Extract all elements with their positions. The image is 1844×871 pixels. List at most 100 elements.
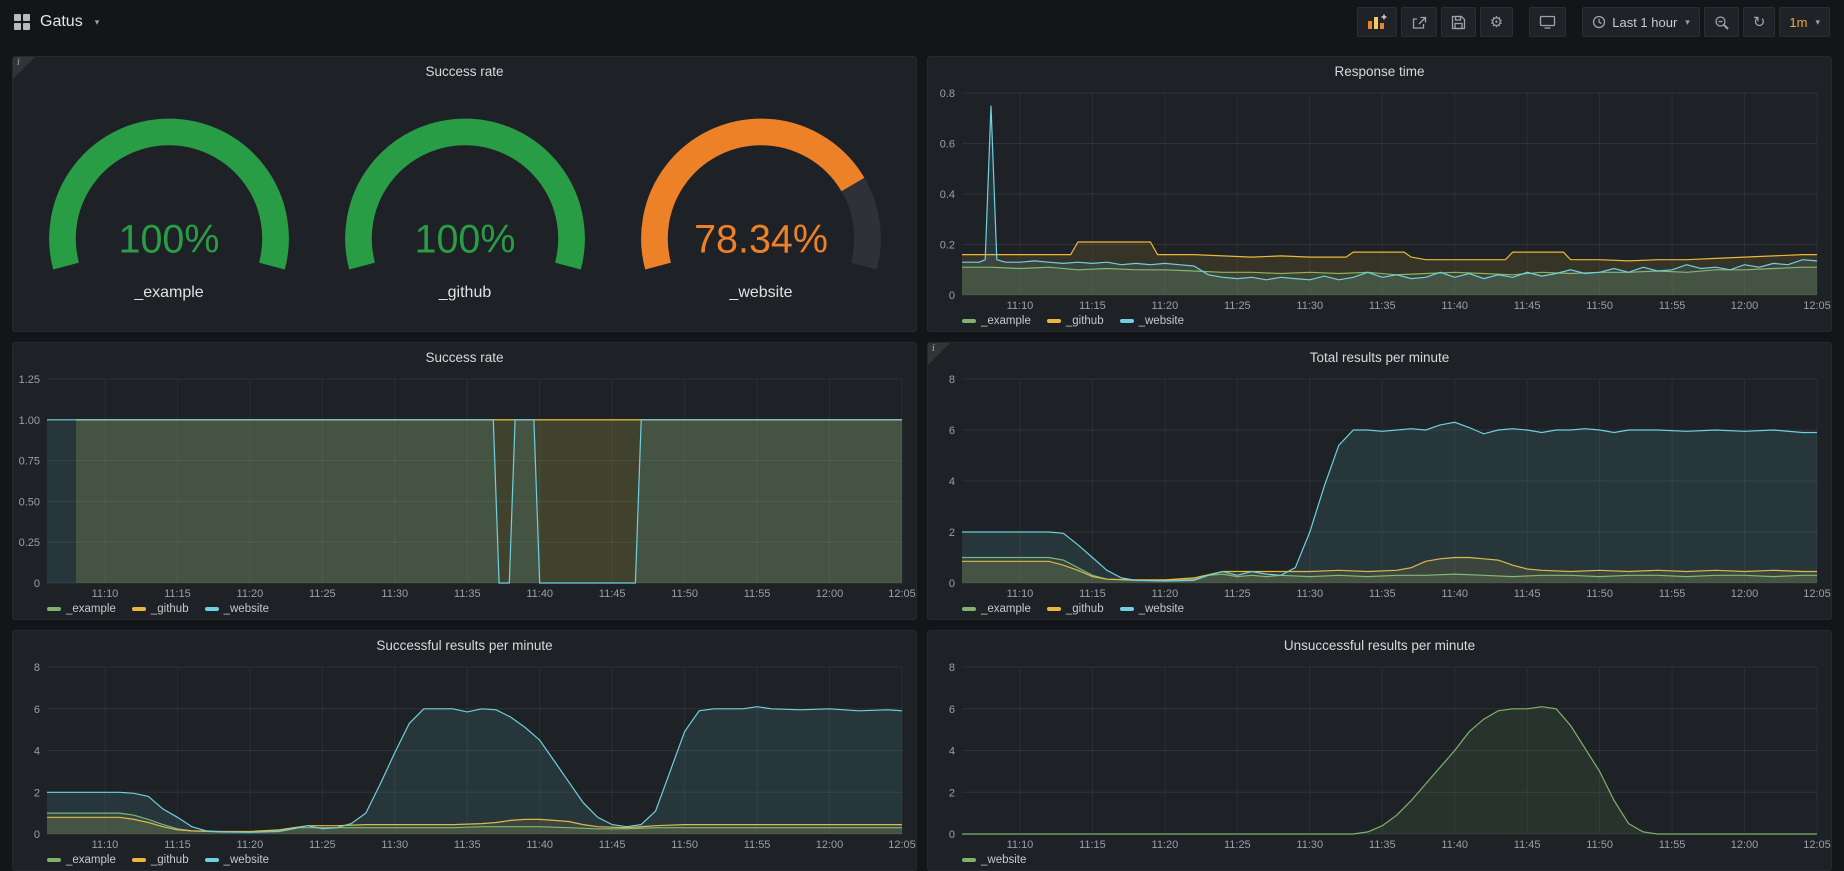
time-range-label: Last 1 hour bbox=[1612, 15, 1677, 30]
legend-swatch bbox=[1047, 607, 1061, 611]
legend-item-_website[interactable]: _website bbox=[1120, 315, 1184, 327]
legend-item-_example[interactable]: _example bbox=[962, 315, 1031, 327]
svg-text:8: 8 bbox=[34, 662, 40, 674]
svg-text:11:50: 11:50 bbox=[1586, 839, 1613, 851]
panel-title[interactable]: Successful results per minute bbox=[376, 638, 552, 653]
panel-title[interactable]: Success rate bbox=[425, 64, 503, 79]
svg-text:11:35: 11:35 bbox=[1369, 588, 1396, 600]
svg-text:11:10: 11:10 bbox=[1007, 839, 1034, 851]
legend-item-_website[interactable]: _website bbox=[962, 854, 1026, 866]
panel-success-rate-gauges: i Success rate 100%_example100%_github78… bbox=[12, 56, 917, 332]
legend-item-_example[interactable]: _example bbox=[47, 854, 116, 866]
legend-item-_github[interactable]: _github bbox=[1047, 603, 1104, 615]
svg-text:11:10: 11:10 bbox=[1007, 588, 1034, 600]
panel-title[interactable]: Unsuccessful results per minute bbox=[1284, 638, 1475, 653]
legend-item-_github[interactable]: _github bbox=[1047, 315, 1104, 327]
legend-item-_example[interactable]: _example bbox=[47, 603, 116, 615]
chevron-down-icon: ▾ bbox=[1815, 18, 1820, 27]
legend-swatch bbox=[205, 858, 219, 862]
chart-canvas[interactable]: 11:1011:1511:2011:2511:3011:3511:4011:45… bbox=[13, 371, 916, 601]
svg-text:11:25: 11:25 bbox=[1224, 839, 1251, 851]
cycle-view-mode-button[interactable] bbox=[1529, 7, 1566, 37]
svg-text:11:30: 11:30 bbox=[1296, 839, 1323, 851]
gauge-arc: 78.34% bbox=[613, 115, 909, 283]
svg-text:2: 2 bbox=[949, 527, 955, 539]
chart-canvas[interactable]: 11:1011:1511:2011:2511:3011:3511:4011:45… bbox=[928, 85, 1831, 313]
chart-canvas[interactable]: 11:1011:1511:2011:2511:3011:3511:4011:45… bbox=[928, 371, 1831, 601]
chart-legend: _example _github _website bbox=[928, 601, 1831, 619]
svg-text:12:00: 12:00 bbox=[816, 839, 844, 851]
svg-text:0.75: 0.75 bbox=[19, 456, 40, 468]
svg-text:8: 8 bbox=[949, 662, 955, 674]
legend-item-_github[interactable]: _github bbox=[132, 603, 189, 615]
chart-plot-area[interactable]: 11:1011:1511:2011:2511:3011:3511:4011:45… bbox=[13, 371, 916, 601]
legend-item-_github[interactable]: _github bbox=[132, 854, 189, 866]
refresh-dashboard-button[interactable]: ↻ bbox=[1743, 7, 1776, 37]
legend-item-_website[interactable]: _website bbox=[1120, 603, 1184, 615]
svg-text:11:20: 11:20 bbox=[1152, 300, 1179, 312]
zoom-out-time-button[interactable] bbox=[1704, 7, 1739, 37]
svg-text:11:25: 11:25 bbox=[1224, 588, 1251, 600]
dashboard-title-button[interactable]: Gatus ▾ bbox=[14, 13, 99, 31]
legend-item-_example[interactable]: _example bbox=[962, 603, 1031, 615]
panel-title[interactable]: Total results per minute bbox=[1310, 350, 1450, 365]
chart-plot-area[interactable]: 11:1011:1511:2011:2511:3011:3511:4011:45… bbox=[928, 659, 1831, 852]
svg-text:12:00: 12:00 bbox=[1731, 839, 1759, 851]
dashboard-grid: i Success rate 100%_example100%_github78… bbox=[0, 44, 1844, 871]
floppy-disk-icon bbox=[1451, 15, 1466, 30]
svg-text:11:15: 11:15 bbox=[1079, 839, 1106, 851]
svg-text:11:40: 11:40 bbox=[1441, 839, 1468, 851]
panel-title[interactable]: Success rate bbox=[425, 350, 503, 365]
panel-total-results: i Total results per minute 11:1011:1511:… bbox=[927, 342, 1832, 620]
legend-item-_website[interactable]: _website bbox=[205, 854, 269, 866]
gauge-value: 100% bbox=[119, 217, 220, 261]
svg-text:0.4: 0.4 bbox=[940, 189, 955, 201]
svg-text:0: 0 bbox=[34, 829, 40, 841]
svg-text:12:05: 12:05 bbox=[1803, 839, 1831, 851]
chart-canvas[interactable]: 11:1011:1511:2011:2511:3011:3511:4011:45… bbox=[13, 659, 916, 852]
chart-canvas[interactable]: 11:1011:1511:2011:2511:3011:3511:4011:45… bbox=[928, 659, 1831, 852]
chart-plot-area[interactable]: 11:1011:1511:2011:2511:3011:3511:4011:45… bbox=[928, 85, 1831, 313]
dashboard-settings-button[interactable]: ⚙ bbox=[1480, 7, 1513, 37]
legend-swatch bbox=[47, 858, 61, 862]
svg-text:1.25: 1.25 bbox=[19, 374, 40, 386]
svg-text:11:35: 11:35 bbox=[454, 839, 481, 851]
legend-item-_website[interactable]: _website bbox=[205, 603, 269, 615]
share-dashboard-button[interactable] bbox=[1401, 7, 1437, 37]
legend-swatch bbox=[962, 607, 976, 611]
legend-swatch bbox=[1047, 319, 1061, 323]
legend-swatch bbox=[962, 858, 976, 862]
panel-info-icon[interactable]: i bbox=[928, 343, 950, 365]
panel-title[interactable]: Response time bbox=[1334, 64, 1424, 79]
legend-label: _github bbox=[1066, 315, 1104, 327]
add-panel-button[interactable] bbox=[1357, 7, 1397, 37]
chevron-down-icon: ▾ bbox=[95, 18, 100, 27]
svg-text:11:55: 11:55 bbox=[1659, 300, 1686, 312]
magnifier-minus-icon bbox=[1714, 15, 1729, 30]
time-range-picker-button[interactable]: Last 1 hour ▾ bbox=[1582, 7, 1700, 37]
svg-text:11:30: 11:30 bbox=[381, 588, 408, 600]
svg-text:11:50: 11:50 bbox=[671, 588, 698, 600]
legend-label: _example bbox=[66, 854, 116, 866]
refresh-interval-dropdown[interactable]: 1m ▾ bbox=[1779, 7, 1830, 37]
panel-info-icon[interactable]: i bbox=[13, 57, 35, 79]
clock-icon bbox=[1592, 15, 1606, 29]
save-dashboard-button[interactable] bbox=[1441, 7, 1476, 37]
panel-header: Success rate bbox=[13, 343, 916, 371]
panel-success-rate-graph: Success rate 11:1011:1511:2011:2511:3011… bbox=[12, 342, 917, 620]
legend-swatch bbox=[132, 607, 146, 611]
svg-text:0.25: 0.25 bbox=[19, 537, 40, 549]
svg-text:8: 8 bbox=[949, 374, 955, 386]
panel-response-time: Response time 11:1011:1511:2011:2511:301… bbox=[927, 56, 1832, 332]
svg-text:11:50: 11:50 bbox=[1586, 588, 1613, 600]
svg-text:11:45: 11:45 bbox=[1514, 300, 1541, 312]
svg-text:0: 0 bbox=[949, 290, 955, 302]
dashboard-grid-icon bbox=[14, 14, 30, 30]
svg-text:12:05: 12:05 bbox=[888, 588, 916, 600]
chart-plot-area[interactable]: 11:1011:1511:2011:2511:3011:3511:4011:45… bbox=[13, 659, 916, 852]
legend-label: _website bbox=[224, 854, 269, 866]
legend-swatch bbox=[132, 858, 146, 862]
svg-text:11:15: 11:15 bbox=[1079, 300, 1106, 312]
legend-swatch bbox=[962, 319, 976, 323]
chart-plot-area[interactable]: 11:1011:1511:2011:2511:3011:3511:4011:45… bbox=[928, 371, 1831, 601]
